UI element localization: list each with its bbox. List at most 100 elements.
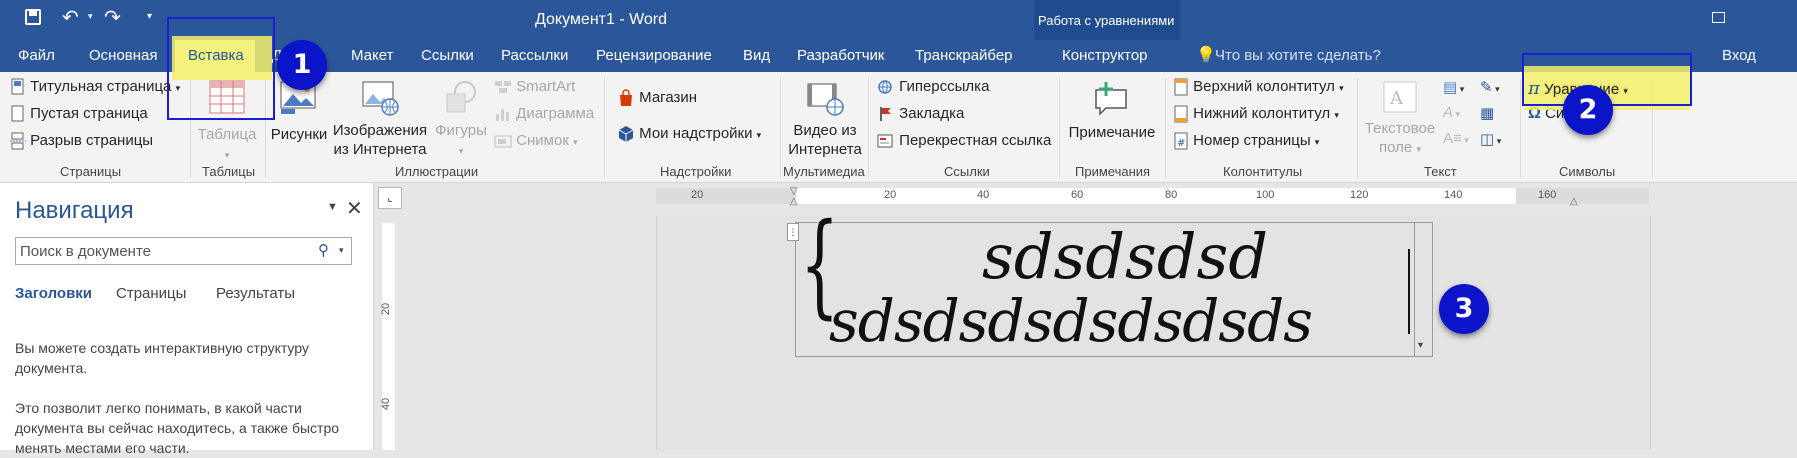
page-number-button[interactable]: # Номер страницы ▾ [1173, 132, 1319, 150]
page-break-button[interactable]: Разрыв страницы [10, 132, 153, 150]
footer-label: Нижний колонтитул [1193, 105, 1331, 122]
screenshot-icon [494, 135, 512, 148]
chart-label: Диаграмма [516, 105, 595, 122]
tab-equation-design[interactable]: Конструктор [1062, 40, 1148, 72]
tab-insert-overlay-label: Вставка [188, 47, 244, 64]
tab-layout[interactable]: Макет [351, 40, 393, 72]
group-separator [780, 78, 781, 178]
group-label-tables: Таблицы [202, 164, 256, 179]
undo-dropdown-icon[interactable]: ▾ [88, 11, 93, 22]
document-page[interactable]: ⋮ { sdsdsdsd sdsdsdsdsdsdsds ▾ [656, 209, 1651, 450]
shapes-button[interactable]: Фигуры ▾ [432, 80, 490, 161]
smartart-label: SmartArt [516, 78, 576, 95]
tab-developer[interactable]: Разработчик [797, 40, 884, 72]
cross-reference-button[interactable]: Перекрестная ссылка [877, 132, 1051, 149]
online-pictures-button[interactable]: Изображения из Интернета [330, 80, 430, 159]
new-comment-label: Примечание [1068, 124, 1156, 141]
group-separator [1059, 78, 1060, 178]
customize-qat-icon[interactable]: ▾ [147, 11, 152, 22]
blank-page-icon [11, 105, 24, 122]
nav-tab-results[interactable]: Результаты [216, 285, 295, 302]
callout-3: 3 [1439, 284, 1489, 334]
lightbulb-icon: 💡 [1196, 47, 1216, 64]
equation-box[interactable]: ⋮ { sdsdsdsd sdsdsdsdsdsdsds ▾ [787, 209, 1433, 357]
online-video-label-1: Видео из [793, 122, 857, 139]
bookmark-icon [880, 107, 891, 122]
callout-2: 2 [1563, 85, 1613, 135]
online-pictures-label-1: Изображения [332, 122, 428, 139]
tab-mailings[interactable]: Рассылки [501, 40, 568, 72]
sign-in-link[interactable]: Вход [1722, 40, 1756, 72]
close-icon[interactable]: ✕ [346, 196, 363, 221]
tab-transcriber[interactable]: Транскрайбер [915, 40, 1013, 72]
drop-cap-icon[interactable]: A≡ ▾ [1443, 130, 1469, 147]
hruler-tick: 160 [1538, 189, 1557, 201]
search-dropdown-icon[interactable]: ▾ [339, 245, 344, 256]
cover-page-button[interactable]: Титульная страница ▾ [10, 78, 180, 96]
tell-me-box[interactable]: Что вы хотите сделать? [1215, 40, 1381, 72]
hruler-tick: 60 [1071, 189, 1084, 201]
tab-home[interactable]: Основная [89, 40, 158, 72]
hruler-tick: 100 [1256, 189, 1275, 201]
cover-page-icon [11, 78, 24, 95]
footer-icon [1174, 105, 1188, 123]
bookmark-button[interactable]: Закладка [877, 105, 964, 122]
footer-button[interactable]: Нижний колонтитул ▾ [1173, 105, 1339, 123]
tab-view[interactable]: Вид [743, 40, 770, 72]
cross-reference-icon [877, 134, 893, 148]
chart-icon [496, 109, 509, 122]
online-video-button[interactable]: Видео из Интернета [783, 80, 867, 159]
quick-parts-icon[interactable]: ▤ ▾ [1443, 78, 1464, 96]
my-addins-label: Мои надстройки [639, 125, 753, 142]
equation-line-2: sdsdsdsdsdsdsds [829, 287, 1313, 355]
navigation-pane: Навигация ▼ ✕ Поиск в документе ⚲ ▾ Заго… [0, 183, 374, 456]
cross-reference-label: Перекрестная ссылка [899, 132, 1052, 149]
right-indent-marker[interactable]: △ [1570, 196, 1578, 207]
save-icon[interactable] [25, 9, 41, 25]
text-box-icon: A [1383, 81, 1417, 113]
nav-help-text-1: Вы можете создать интерактивную структур… [15, 340, 309, 376]
wordart-icon[interactable]: A ▾ [1443, 104, 1460, 121]
shapes-icon [446, 81, 476, 113]
search-icon[interactable]: ⚲ [318, 241, 329, 259]
hyperlink-button[interactable]: Гиперссылка [877, 78, 989, 95]
signature-line-icon[interactable]: ✎ ▾ [1480, 78, 1500, 96]
nav-tab-pages[interactable]: Страницы [116, 285, 186, 302]
nav-tab-headings[interactable]: Заголовки [15, 285, 92, 302]
group-label-illustrations: Иллюстрации [395, 164, 479, 179]
vruler-tick-40: 40 [380, 397, 393, 411]
tab-file[interactable]: Файл [18, 40, 55, 72]
search-input[interactable]: Поиск в документе ⚲ ▾ [15, 237, 352, 265]
nav-options-icon[interactable]: ▼ [327, 201, 338, 213]
new-comment-button[interactable]: Примечание [1062, 80, 1162, 142]
hruler-tick: 20 [691, 189, 704, 201]
tab-selector[interactable]: ⌞ [378, 187, 402, 209]
object-icon[interactable]: ◫ ▾ [1480, 130, 1501, 148]
date-time-icon[interactable]: ▦ [1480, 104, 1494, 122]
online-pictures-label-2: из Интернета [333, 141, 427, 158]
text-box-button[interactable]: A Текстовое поле ▾ [1360, 80, 1440, 159]
blank-page-button[interactable]: Пустая страница [10, 105, 148, 123]
redo-icon[interactable]: ↷ [104, 5, 121, 30]
hanging-indent-marker[interactable]: △ [790, 196, 798, 207]
hruler-tick: 120 [1350, 189, 1369, 201]
ribbon-display-options-icon[interactable] [1712, 12, 1725, 23]
tab-references[interactable]: Ссылки [421, 40, 474, 72]
equation-options-dropdown-icon[interactable]: ▾ [1418, 340, 1423, 351]
equation-handle-icon[interactable]: ⋮ [787, 223, 799, 241]
chart-button[interactable]: Диаграмма [494, 105, 594, 122]
tab-review[interactable]: Рецензирование [596, 40, 712, 72]
header-button[interactable]: Верхний колонтитул ▾ [1173, 78, 1344, 96]
page-number-icon: # [1174, 132, 1188, 150]
equation-options-strip[interactable]: ▾ [1408, 223, 1432, 356]
undo-icon[interactable]: ↶ [62, 5, 79, 30]
screenshot-button[interactable]: Снимок ▾ [494, 132, 578, 149]
group-separator [868, 78, 869, 178]
header-icon [1174, 78, 1188, 96]
store-button[interactable]: Магазин [617, 89, 697, 107]
callout-1: 1 [277, 40, 327, 90]
equation-line-1: sdsdsdsd [982, 220, 1269, 293]
table-label: Таблица [197, 126, 257, 143]
smartart-button[interactable]: SmartArt [494, 78, 575, 95]
my-addins-button[interactable]: Мои надстройки ▾ [617, 125, 761, 143]
